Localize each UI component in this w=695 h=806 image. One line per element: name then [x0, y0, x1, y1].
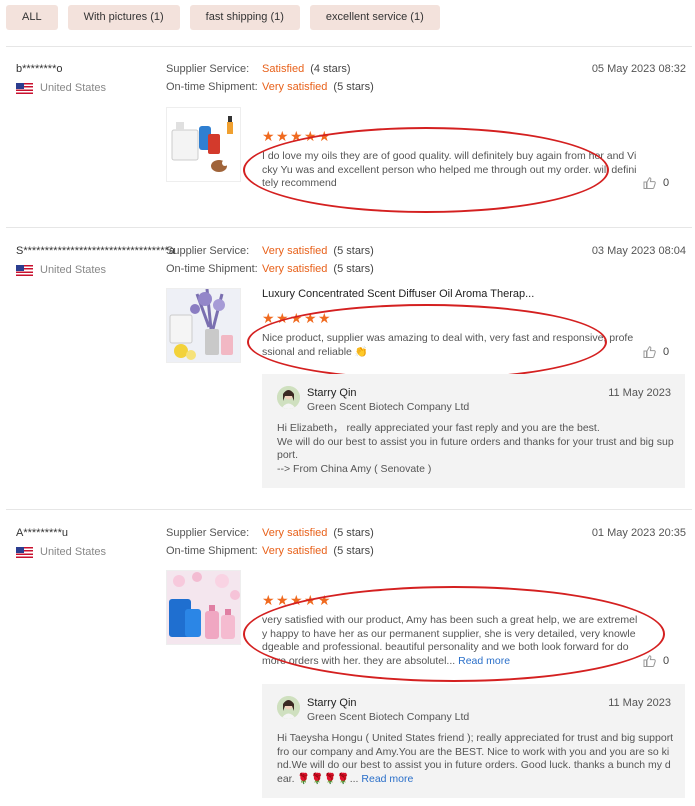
filter-fast-shipping[interactable]: fast shipping (1) — [189, 5, 300, 30]
supplier-service-stars: (4 stars) — [310, 63, 351, 75]
supplier-service-value: Very satisfied — [262, 527, 328, 539]
review-content: Nice product, supplier was amazing to de… — [262, 332, 634, 358]
divider — [6, 509, 692, 510]
review-content-text: very satisfied with our product, Amy has… — [262, 614, 638, 667]
buyer-name: b********o — [16, 63, 63, 75]
reply-author: Starry Qin — [307, 697, 357, 709]
country-name: United States — [40, 264, 107, 276]
ontime-shipment-value: Very satisfied — [262, 263, 328, 275]
filter-excellent-service[interactable]: excellent service (1) — [309, 5, 440, 30]
ontime-shipment-label: On-time Shipment: — [166, 263, 258, 275]
supplier-service-label: Supplier Service: — [166, 245, 250, 257]
star-icon: ★ — [276, 592, 289, 608]
thumbs-up-icon — [643, 346, 656, 358]
ontime-shipment-stars: (5 stars) — [333, 545, 374, 557]
buyer-name: S**********************************a — [16, 245, 176, 257]
ontime-shipment-stars: (5 stars) — [333, 81, 374, 93]
reply-text-body: Hi Taeysha Hongu ( United States friend … — [277, 732, 674, 785]
review-filters: ALL With pictures (1) fast shipping (1) … — [6, 5, 440, 30]
review-date: 05 May 2023 08:32 — [591, 63, 686, 75]
rating-stars: ★ ★ ★ ★ ★ — [262, 592, 331, 608]
supplier-reply: Starry Qin Green Scent Biotech Company L… — [262, 684, 685, 798]
helpful-button[interactable]: 0 — [643, 655, 669, 667]
reply-date: 11 May 2023 — [608, 387, 671, 399]
star-icon: ★ — [318, 310, 331, 326]
star-icon: ★ — [262, 310, 275, 326]
star-icon: ★ — [276, 310, 289, 326]
avatar — [277, 696, 300, 719]
rating-stars: ★ ★ ★ ★ ★ — [262, 310, 331, 326]
supplier-reply: Starry Qin Green Scent Biotech Company L… — [262, 374, 685, 488]
thumbs-up-icon — [643, 655, 656, 667]
us-flag-icon — [16, 82, 33, 94]
us-flag-icon — [16, 546, 33, 558]
supplier-service-row: Supplier Service: Very satisfied (5 star… — [166, 245, 374, 257]
reply-text: Hi Elizabeth， really appreciated your fa… — [277, 422, 674, 475]
star-icon: ★ — [290, 310, 303, 326]
star-icon: ★ — [290, 592, 303, 608]
helpful-count: 0 — [663, 346, 670, 358]
review-date: 03 May 2023 08:04 — [591, 245, 686, 257]
filter-with-pictures[interactable]: With pictures (1) — [67, 5, 180, 30]
reply-company: Green Scent Biotech Company Ltd — [307, 401, 470, 413]
review-content: I do love my oils they are of good quali… — [262, 150, 637, 189]
ontime-shipment-row: On-time Shipment: Very satisfied (5 star… — [166, 263, 374, 275]
reply-text: Hi Taeysha Hongu ( United States friend … — [277, 732, 675, 786]
review-date: 01 May 2023 20:35 — [591, 527, 686, 539]
ontime-shipment-label: On-time Shipment: — [166, 81, 258, 93]
country-name: United States — [40, 82, 107, 94]
ontime-shipment-stars: (5 stars) — [333, 263, 374, 275]
supplier-service-row: Supplier Service: Very satisfied (5 star… — [166, 527, 374, 539]
reply-company: Green Scent Biotech Company Ltd — [307, 711, 470, 723]
ontime-shipment-label: On-time Shipment: — [166, 545, 258, 557]
ontime-shipment-value: Very satisfied — [262, 81, 328, 93]
helpful-button[interactable]: 0 — [643, 177, 669, 189]
star-icon: ★ — [290, 128, 303, 144]
avatar — [277, 386, 300, 409]
star-icon: ★ — [304, 310, 317, 326]
helpful-button[interactable]: 0 — [643, 346, 669, 358]
buyer-country: United States — [16, 546, 106, 558]
supplier-service-stars: (5 stars) — [333, 527, 374, 539]
ontime-shipment-value: Very satisfied — [262, 545, 328, 557]
divider — [6, 227, 692, 228]
country-name: United States — [40, 546, 107, 558]
star-icon: ★ — [304, 592, 317, 608]
product-title-link[interactable]: Luxury Concentrated Scent Diffuser Oil A… — [262, 288, 534, 300]
supplier-service-row: Supplier Service: Satisfied (4 stars) — [166, 63, 351, 75]
star-icon: ★ — [304, 128, 317, 144]
buyer-country: United States — [16, 82, 106, 94]
reply-author: Starry Qin — [307, 387, 357, 399]
product-thumbnail[interactable] — [166, 288, 241, 363]
star-icon: ★ — [318, 592, 331, 608]
product-thumbnail[interactable] — [166, 107, 241, 182]
ontime-shipment-row: On-time Shipment: Very satisfied (5 star… — [166, 545, 374, 557]
rating-stars: ★ ★ ★ ★ ★ — [262, 128, 331, 144]
supplier-service-value: Very satisfied — [262, 245, 328, 257]
helpful-count: 0 — [663, 655, 670, 667]
filter-all[interactable]: ALL — [6, 5, 58, 30]
us-flag-icon — [16, 264, 33, 276]
read-more-link[interactable]: Read more — [361, 773, 413, 785]
supplier-service-value: Satisfied — [262, 63, 305, 75]
reply-date: 11 May 2023 — [608, 697, 671, 709]
product-thumbnail[interactable] — [166, 570, 241, 645]
supplier-service-stars: (5 stars) — [333, 245, 374, 257]
ontime-shipment-row: On-time Shipment: Very satisfied (5 star… — [166, 81, 374, 93]
star-icon: ★ — [262, 128, 275, 144]
star-icon: ★ — [262, 592, 275, 608]
buyer-name: A*********u — [16, 527, 68, 539]
supplier-service-label: Supplier Service: — [166, 527, 250, 539]
buyer-country: United States — [16, 264, 106, 276]
helpful-count: 0 — [663, 177, 670, 189]
thumbs-up-icon — [643, 177, 656, 189]
supplier-service-label: Supplier Service: — [166, 63, 250, 75]
star-icon: ★ — [318, 128, 331, 144]
divider — [6, 46, 692, 47]
star-icon: ★ — [276, 128, 289, 144]
read-more-link[interactable]: Read more — [458, 655, 510, 667]
review-content: very satisfied with our product, Amy has… — [262, 614, 638, 668]
